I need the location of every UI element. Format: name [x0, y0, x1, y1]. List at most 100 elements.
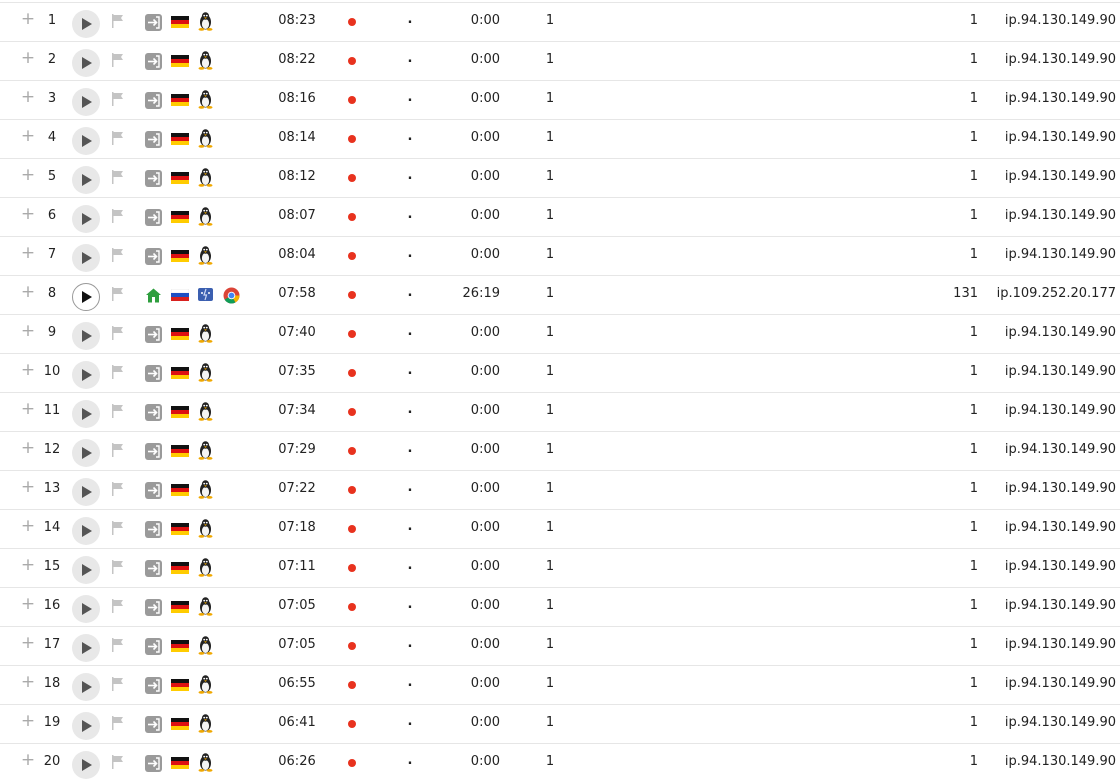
flag-icon[interactable] — [110, 364, 126, 380]
table-row[interactable]: + 6 08:07 . 0:00 1 1 ip.94.130.149.90 — [0, 197, 1120, 236]
plus-icon[interactable]: + — [20, 401, 36, 418]
play-button[interactable] — [72, 166, 100, 194]
flag-icon[interactable] — [110, 91, 126, 107]
plus-icon[interactable]: + — [20, 713, 36, 730]
flag-icon[interactable] — [110, 403, 126, 419]
play-button[interactable] — [72, 10, 100, 38]
status-dot — [348, 18, 356, 26]
flag-icon[interactable] — [110, 442, 126, 458]
table-row[interactable]: + 13 07:22 . 0:00 1 1 ip.94.130.149.90 — [0, 470, 1120, 509]
plus-icon[interactable]: + — [20, 596, 36, 613]
visit-time: 07:40 — [278, 325, 316, 340]
status-dot — [348, 213, 356, 221]
play-button[interactable] — [72, 205, 100, 233]
play-button[interactable] — [72, 478, 100, 506]
table-row[interactable]: + 7 08:04 . 0:00 1 1 ip.94.130.149.90 — [0, 236, 1120, 275]
login-arrow-icon — [145, 326, 162, 343]
table-row[interactable]: + 3 08:16 . 0:00 1 1 ip.94.130.149.90 — [0, 80, 1120, 119]
flag-icon[interactable] — [110, 481, 126, 497]
flag-icon[interactable] — [110, 715, 126, 731]
flag-icon[interactable] — [110, 130, 126, 146]
table-row[interactable]: + 18 06:55 . 0:00 1 1 ip.94.130.149.90 — [0, 665, 1120, 704]
plus-icon[interactable]: + — [20, 245, 36, 262]
table-row[interactable]: + 15 07:11 . 0:00 1 1 ip.94.130.149.90 — [0, 548, 1120, 587]
flag-icon[interactable] — [110, 598, 126, 614]
status-dot — [348, 681, 356, 689]
plus-icon[interactable]: + — [20, 674, 36, 691]
linux-tux-icon — [198, 597, 213, 616]
flag-icon[interactable] — [110, 169, 126, 185]
flag-icon[interactable] — [110, 13, 126, 29]
play-button[interactable] — [72, 712, 100, 740]
germany-flag-icon — [171, 172, 189, 184]
plus-icon[interactable]: + — [20, 206, 36, 223]
row-number: 11 — [43, 403, 61, 418]
play-button[interactable] — [72, 49, 100, 77]
germany-flag-icon — [171, 367, 189, 379]
flag-icon[interactable] — [110, 286, 126, 302]
referrer-cell: . — [407, 129, 413, 144]
plus-icon[interactable]: + — [20, 11, 36, 28]
flag-icon[interactable] — [110, 559, 126, 575]
table-row[interactable]: + 2 08:22 . 0:00 1 1 ip.94.130.149.90 — [0, 41, 1120, 80]
status-dot — [348, 252, 356, 260]
play-button[interactable] — [72, 595, 100, 623]
table-row[interactable]: + 17 07:05 . 0:00 1 1 ip.94.130.149.90 — [0, 626, 1120, 665]
flag-icon[interactable] — [110, 247, 126, 263]
flag-icon[interactable] — [110, 520, 126, 536]
plus-icon[interactable]: + — [20, 479, 36, 496]
visits-table: + 1 08:23 . 0:00 1 1 ip.94.130.149.90 + … — [0, 2, 1120, 782]
ip-address: ip.94.130.149.90 — [1004, 754, 1116, 769]
plus-icon[interactable]: + — [20, 167, 36, 184]
flag-icon[interactable] — [110, 325, 126, 341]
play-button[interactable] — [72, 361, 100, 389]
play-button[interactable] — [72, 634, 100, 662]
table-row[interactable]: + 11 07:34 . 0:00 1 1 ip.94.130.149.90 — [0, 392, 1120, 431]
flag-icon[interactable] — [110, 754, 126, 770]
play-button[interactable] — [72, 751, 100, 779]
plus-icon[interactable]: + — [20, 518, 36, 535]
play-button[interactable] — [72, 439, 100, 467]
plus-icon[interactable]: + — [20, 557, 36, 574]
plus-icon[interactable]: + — [20, 89, 36, 106]
flag-icon[interactable] — [110, 676, 126, 692]
row-number: 7 — [47, 247, 57, 262]
table-row[interactable]: + 5 08:12 . 0:00 1 1 ip.94.130.149.90 — [0, 158, 1120, 197]
login-arrow-icon — [145, 131, 162, 148]
table-row[interactable]: + 19 06:41 . 0:00 1 1 ip.94.130.149.90 — [0, 704, 1120, 743]
play-button[interactable] — [72, 283, 100, 311]
table-row[interactable]: + 1 08:23 . 0:00 1 1 ip.94.130.149.90 — [0, 2, 1120, 41]
table-row[interactable]: + 12 07:29 . 0:00 1 1 ip.94.130.149.90 — [0, 431, 1120, 470]
plus-icon[interactable]: + — [20, 440, 36, 457]
play-button[interactable] — [72, 400, 100, 428]
plus-icon[interactable]: + — [20, 50, 36, 67]
plus-icon[interactable]: + — [20, 128, 36, 145]
plus-icon[interactable]: + — [20, 323, 36, 340]
plus-icon[interactable]: + — [20, 635, 36, 652]
flag-icon[interactable] — [110, 52, 126, 68]
play-icon — [82, 252, 92, 264]
play-button[interactable] — [72, 517, 100, 545]
duration: 0:00 — [470, 364, 500, 379]
visit-time: 07:35 — [278, 364, 316, 379]
status-dot — [348, 57, 356, 65]
play-button[interactable] — [72, 556, 100, 584]
table-row[interactable]: + 4 08:14 . 0:00 1 1 ip.94.130.149.90 — [0, 119, 1120, 158]
play-button[interactable] — [72, 88, 100, 116]
plus-icon[interactable]: + — [20, 362, 36, 379]
plus-icon[interactable]: + — [20, 284, 36, 301]
play-button[interactable] — [72, 673, 100, 701]
ip-address: ip.94.130.149.90 — [1004, 481, 1116, 496]
table-row[interactable]: + 8 07:58 . 26:19 1 131 ip.109.252.20.17… — [0, 275, 1120, 314]
play-button[interactable] — [72, 244, 100, 272]
play-button[interactable] — [72, 322, 100, 350]
flag-icon[interactable] — [110, 208, 126, 224]
visits-count: 1 — [969, 676, 978, 691]
table-row[interactable]: + 14 07:18 . 0:00 1 1 ip.94.130.149.90 — [0, 509, 1120, 548]
plus-icon[interactable]: + — [20, 752, 36, 769]
flag-icon[interactable] — [110, 637, 126, 653]
table-row[interactable]: + 16 07:05 . 0:00 1 1 ip.94.130.149.90 — [0, 587, 1120, 626]
table-row[interactable]: + 9 07:40 . 0:00 1 1 ip.94.130.149.90 — [0, 314, 1120, 353]
table-row[interactable]: + 10 07:35 . 0:00 1 1 ip.94.130.149.90 — [0, 353, 1120, 392]
play-button[interactable] — [72, 127, 100, 155]
